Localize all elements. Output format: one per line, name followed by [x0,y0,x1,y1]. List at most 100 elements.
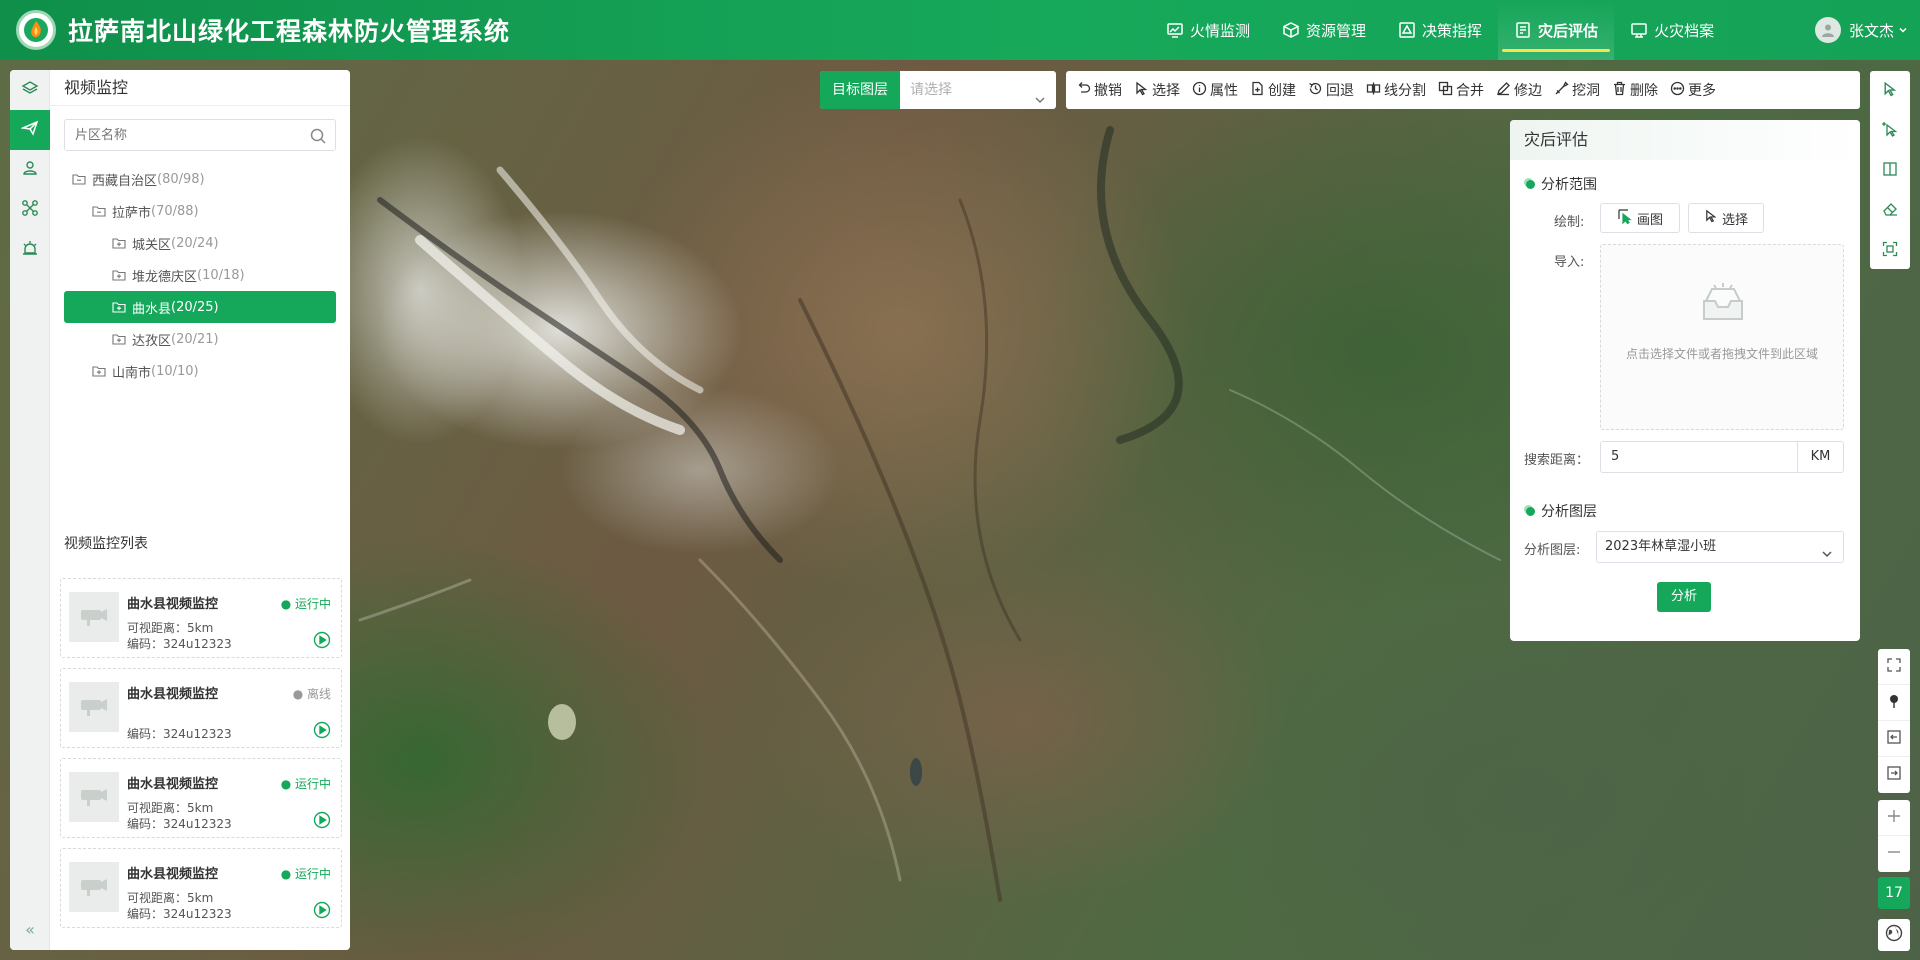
cursor-icon [1882,81,1898,101]
top-bar: 拉萨南北山绿化工程森林防火管理系统 火情监测 资源管理 决策指挥 灾后评估 火灾… [0,0,1920,60]
play-icon[interactable] [313,721,331,743]
nav-fire-archive[interactable]: 火灾档案 [1614,0,1730,60]
camera-card[interactable]: 曲水县视频监控 ● 运行中 可视距离：5km 编码：324u12323 [60,758,342,838]
analysis-layer-select[interactable]: 2023年林草湿小班 [1596,531,1844,563]
more-button[interactable]: 更多 [1670,80,1716,100]
distance-input[interactable]: 5 KM [1600,441,1844,473]
locate-button[interactable] [1878,685,1910,721]
tree-node[interactable]: 拉萨市 (70/88) [64,195,336,227]
history-icon [1308,81,1326,100]
split-icon [1366,81,1384,100]
select-area-button[interactable]: 选择 [1688,203,1764,233]
left-icon-bar: « [10,70,50,950]
assessment-icon [1514,21,1532,39]
tree-node[interactable]: 堆龙德庆区 (10/18) [64,259,336,291]
play-icon[interactable] [313,901,331,923]
draw-button[interactable]: 画图 [1600,203,1680,233]
collapse-panel-button[interactable]: « [10,920,50,940]
list-title: 视频监控列表 [64,536,148,552]
zoom-out-button[interactable] [1878,836,1910,872]
fullscreen-button[interactable] [1878,649,1910,685]
nav-fire-monitoring[interactable]: 火情监测 [1150,0,1266,60]
draw-label: 绘制: [1554,215,1585,230]
tree-node[interactable]: 达孜区 (20/21) [64,323,336,355]
attribute-button[interactable]: 属性 [1192,80,1238,100]
analyze-button[interactable]: 分析 [1657,582,1711,612]
personnel-tab[interactable] [10,150,50,190]
trim-edge-button[interactable]: 修边 [1496,80,1542,100]
target-layer-dropdown[interactable]: 请选择 [900,71,1056,109]
send-icon [20,119,39,141]
edit-icon [1496,81,1514,100]
left-panel: « 视频监控 西藏自治区(80/98) 拉萨市(70/88) 城关区(20/24… [10,70,350,950]
basemap-switch-button[interactable] [1878,919,1910,951]
user-name: 张文杰 [1848,21,1894,40]
fullscreen-icon [1886,657,1902,677]
file-upload-area[interactable]: 点击选择文件或者拖拽文件到此区域 [1600,244,1844,430]
chevron-down-icon [1898,25,1908,35]
archive-icon [1630,21,1648,39]
section-dot-icon [1526,506,1535,516]
layers-tab[interactable] [10,70,50,110]
target-layer-select[interactable]: 目标图层 请选择 [820,71,1056,109]
split-view-tool[interactable] [1870,151,1910,191]
folder-expand-icon [92,364,106,378]
rollback-button[interactable]: 回退 [1308,80,1354,100]
camera-card[interactable]: 曲水县视频监控 ● 离线 编码：324u12323 [60,668,342,748]
folder-expand-icon [112,268,126,282]
cube-icon [1282,21,1300,39]
chevron-down-icon [1821,542,1833,572]
tree-node[interactable]: 城关区 (20/24) [64,227,336,259]
search-input[interactable] [65,120,295,150]
panel-title: 视频监控 [50,70,350,106]
avatar [1814,17,1841,43]
camera-card[interactable]: 曲水县视频监控 ● 运行中 可视距离：5km 编码：324u12323 [60,578,342,658]
cursor-icon [1704,209,1722,227]
line-split-button[interactable]: 线分割 [1366,80,1426,100]
export-icon [1886,765,1902,785]
status-badge: ● 运行中 [280,777,331,791]
camera-card[interactable]: 曲水县视频监控 ● 运行中 可视距离：5km 编码：324u12323 [60,848,342,928]
assessment-panel: 灾后评估 分析范围 绘制: 画图 选择 导入: 点击选择文件或者拖拽文件到此区域… [1510,120,1860,641]
node-select-tool[interactable] [1870,111,1910,151]
nav-resource-management[interactable]: 资源管理 [1266,0,1382,60]
inbox-icon [1698,283,1748,329]
alarm-tab[interactable] [10,230,50,270]
create-button[interactable]: 创建 [1250,80,1296,100]
screen-capture-tool[interactable] [1870,231,1910,271]
play-icon[interactable] [313,631,331,653]
status-badge: ● 运行中 [280,867,331,881]
eraser-tool[interactable] [1870,191,1910,231]
user-menu[interactable]: 张文杰 [1814,0,1908,60]
tree-node[interactable]: 山南市 (10/10) [64,355,336,387]
nav-decision-command[interactable]: 决策指挥 [1382,0,1498,60]
status-badge: ● 运行中 [280,597,331,611]
analysis-layer-label: 分析图层: [1524,543,1581,558]
video-monitor-tab[interactable] [10,110,50,150]
tree-node[interactable]: 西藏自治区 (80/98) [64,163,336,195]
select-button[interactable]: 选择 [1134,80,1180,100]
export-map-button[interactable] [1878,757,1910,793]
zoom-in-button[interactable] [1878,800,1910,836]
tree-node-selected[interactable]: 曲水县 (20/25) [64,291,336,323]
section-analysis-layer: 分析图层 [1526,501,1597,521]
search-icon[interactable] [309,127,327,149]
import-map-button[interactable] [1878,721,1910,757]
alarm-icon [21,239,39,261]
nav-post-disaster-assessment[interactable]: 灾后评估 [1498,0,1615,60]
play-icon[interactable] [313,811,331,833]
monitor-icon [1166,21,1184,39]
undo-button[interactable]: 撤销 [1076,80,1122,100]
drone-tab[interactable] [10,190,50,230]
camera-icon [69,862,119,912]
minus-icon [1886,844,1902,864]
merge-button[interactable]: 合并 [1438,80,1484,100]
delete-button[interactable]: 删除 [1612,80,1658,100]
folder-collapse-icon [72,172,86,186]
pointer-tool[interactable] [1870,71,1910,111]
cut-hole-button[interactable]: 挖洞 [1554,80,1600,100]
info-icon [1192,81,1210,100]
section-dot-icon [1526,179,1535,189]
app-title: 拉萨南北山绿化工程森林防火管理系统 [68,17,511,46]
draw-cursor-icon [1617,208,1637,228]
